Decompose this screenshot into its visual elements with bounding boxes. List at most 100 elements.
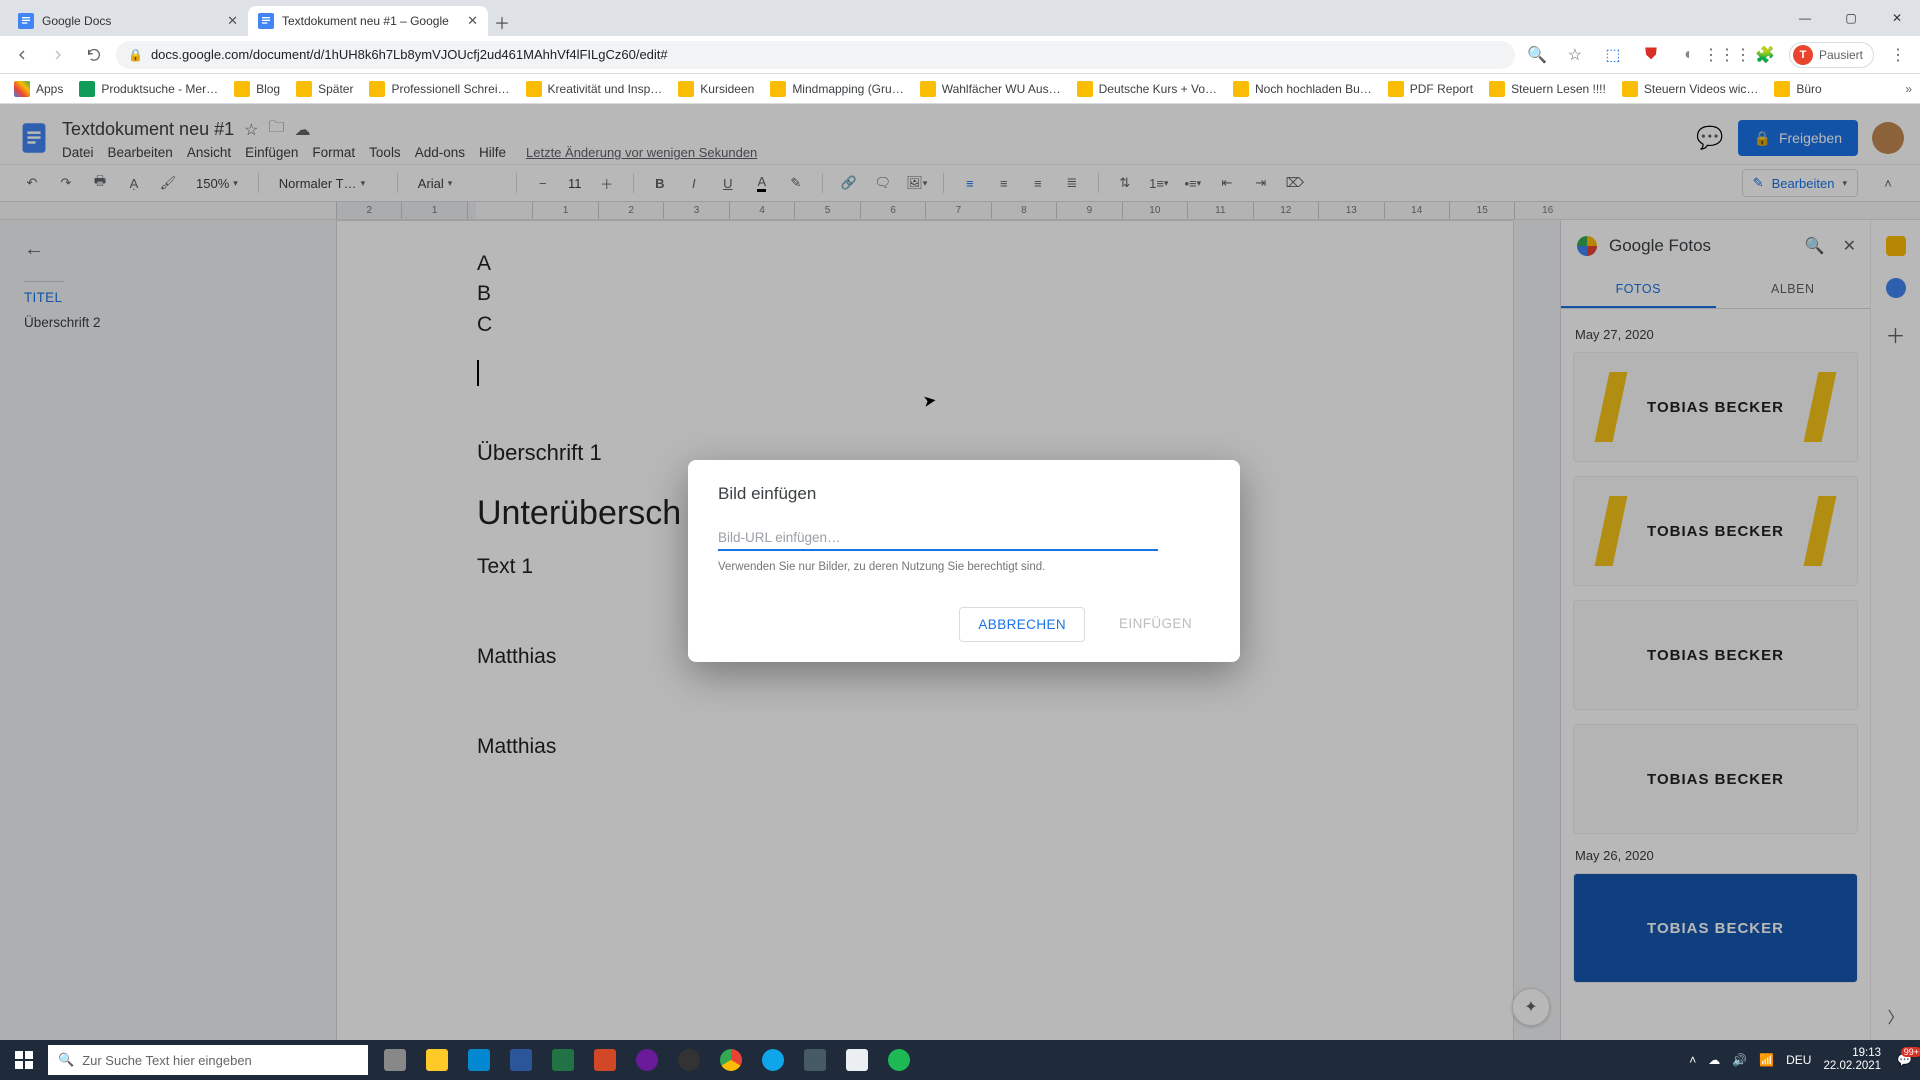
insert-comment-button[interactable]: 🗨 (871, 171, 895, 195)
window-minimize-button[interactable]: — (1782, 0, 1828, 36)
underline-button[interactable]: U (716, 171, 740, 195)
nav-forward-button[interactable] (44, 41, 72, 69)
align-center-button[interactable]: ≡ (992, 171, 1016, 195)
outline-close-button[interactable]: ← (24, 238, 44, 261)
word-button[interactable] (500, 1040, 542, 1080)
paragraph-style-select[interactable]: Normaler T…▾ (273, 176, 383, 191)
close-panel-button[interactable]: ✕ (1843, 236, 1856, 256)
nav-back-button[interactable] (8, 41, 36, 69)
italic-button[interactable]: I (682, 171, 706, 195)
new-tab-button[interactable]: ＋ (488, 8, 516, 36)
close-tab-icon[interactable]: ✕ (227, 13, 238, 29)
bookmark-item[interactable]: Professionell Schrei… (363, 77, 515, 101)
insert-image-button[interactable]: 🖼▾ (905, 171, 929, 195)
print-button[interactable]: 🖶 (88, 171, 112, 195)
font-family-select[interactable]: Arial▾ (412, 176, 502, 191)
spotify-button[interactable] (878, 1040, 920, 1080)
menu-ansicht[interactable]: Ansicht (187, 145, 231, 160)
window-maximize-button[interactable]: ▢ (1828, 0, 1874, 36)
clear-formatting-button[interactable]: ⌦ (1283, 171, 1307, 195)
menu-einfuegen[interactable]: Einfügen (245, 145, 298, 160)
move-folder-icon[interactable]: 🗀 (268, 116, 284, 143)
photos-tab-fotos[interactable]: FOTOS (1561, 272, 1716, 308)
side-rail-collapse-icon[interactable]: 〉 (1887, 1004, 1903, 1028)
extension-icon[interactable]: ⬚ (1599, 41, 1627, 69)
bulleted-list-button[interactable]: •≡▾ (1181, 171, 1205, 195)
last-edit-link[interactable]: Letzte Änderung vor wenigen Sekunden (526, 145, 757, 160)
start-button[interactable] (0, 1040, 48, 1080)
insert-link-button[interactable]: 🔗 (837, 171, 861, 195)
bookmark-item[interactable]: Blog (228, 77, 286, 101)
bookmark-item[interactable]: Wahlfächer WU Aus… (914, 77, 1067, 101)
photo-thumbnail[interactable]: TOBIAS BECKER (1573, 352, 1858, 462)
edge-button[interactable] (752, 1040, 794, 1080)
text-color-button[interactable]: A (750, 171, 774, 195)
editing-mode-select[interactable]: ✎ Bearbeiten ▾ (1742, 169, 1858, 197)
bookmark-item[interactable]: Mindmapping (Gru… (764, 77, 909, 101)
undo-button[interactable]: ↶ (20, 171, 44, 195)
outline-title-item[interactable]: TITEL (24, 290, 296, 305)
bookmark-apps[interactable]: Apps (8, 77, 69, 101)
taskbar-clock[interactable]: 19:13 22.02.2021 (1823, 1047, 1885, 1073)
star-icon[interactable]: ☆ (244, 120, 258, 140)
bookmark-star-icon[interactable]: ☆ (1561, 41, 1589, 69)
text-line[interactable]: Matthias (477, 735, 1373, 759)
search-icon[interactable]: 🔍 (1805, 236, 1825, 256)
extension-icon[interactable]: ◐ (1675, 41, 1703, 69)
docs-logo-icon[interactable] (16, 120, 52, 156)
text-line[interactable]: C (477, 310, 1373, 340)
taskbar-app[interactable] (458, 1040, 500, 1080)
menu-bearbeiten[interactable]: Bearbeiten (108, 145, 173, 160)
chrome-button[interactable] (710, 1040, 752, 1080)
tray-chevron-up-icon[interactable]: ˄ (1689, 1053, 1696, 1067)
powerpoint-button[interactable] (584, 1040, 626, 1080)
apps-grid-icon[interactable]: ⋮⋮⋮ (1713, 41, 1741, 69)
address-input[interactable]: 🔒 docs.google.com/document/d/1hUH8k6h7Lb… (116, 41, 1515, 69)
insert-button[interactable]: EINFÜGEN (1101, 607, 1210, 642)
font-size-decrease[interactable]: − (531, 171, 555, 195)
indent-decrease-button[interactable]: ⇤ (1215, 171, 1239, 195)
align-left-button[interactable]: ≡ (958, 171, 982, 195)
browser-tab-inactive[interactable]: Google Docs ✕ (8, 6, 248, 36)
keep-icon[interactable] (1886, 236, 1906, 256)
redo-button[interactable]: ↷ (54, 171, 78, 195)
bookmark-item[interactable]: Produktsuche - Mer… (73, 77, 224, 101)
action-center-button[interactable]: 💬 99+ (1897, 1053, 1912, 1067)
profile-paused-pill[interactable]: T Pausiert (1789, 42, 1874, 68)
taskbar-search-input[interactable]: 🔍 Zur Suche Text hier eingeben (48, 1045, 368, 1075)
zoom-icon[interactable]: 🔍 (1523, 41, 1551, 69)
account-avatar[interactable] (1872, 122, 1904, 154)
line-spacing-button[interactable]: ⇅ (1113, 171, 1137, 195)
tasks-icon[interactable] (1886, 278, 1906, 298)
text-line[interactable]: A (477, 249, 1373, 279)
numbered-list-button[interactable]: 1≡▾ (1147, 171, 1171, 195)
photo-thumbnail[interactable]: TOBIAS BECKER (1573, 600, 1858, 710)
zoom-select[interactable]: 150%▾ (190, 176, 244, 191)
bookmark-item[interactable]: Noch hochladen Bu… (1227, 77, 1378, 101)
obs-button[interactable] (668, 1040, 710, 1080)
menu-addons[interactable]: Add-ons (415, 145, 465, 160)
cancel-button[interactable]: ABBRECHEN (959, 607, 1085, 642)
close-tab-icon[interactable]: ✕ (467, 13, 478, 29)
excel-button[interactable] (542, 1040, 584, 1080)
tray-language[interactable]: DEU (1786, 1053, 1811, 1067)
bookmark-item[interactable]: Kreativität und Insp… (520, 77, 669, 101)
bookmark-item[interactable]: Büro (1768, 77, 1827, 101)
spellcheck-button[interactable]: Ạ (122, 171, 146, 195)
paint-format-button[interactable]: 🖌 (156, 171, 180, 195)
file-explorer-button[interactable] (416, 1040, 458, 1080)
task-view-button[interactable] (374, 1040, 416, 1080)
photo-thumbnail[interactable]: TOBIAS BECKER (1573, 476, 1858, 586)
align-justify-button[interactable]: ≣ (1060, 171, 1084, 195)
tray-volume-icon[interactable]: 🔊 (1732, 1053, 1747, 1067)
menu-format[interactable]: Format (312, 145, 355, 160)
taskbar-app[interactable] (794, 1040, 836, 1080)
bookmark-overflow-icon[interactable]: » (1905, 82, 1912, 96)
bookmark-item[interactable]: Steuern Lesen !!!! (1483, 77, 1612, 101)
tray-onedrive-icon[interactable]: ☁ (1708, 1053, 1720, 1067)
font-size-value[interactable]: 11 (565, 176, 585, 191)
menu-datei[interactable]: Datei (62, 145, 94, 160)
explore-fab[interactable]: ✦ (1512, 988, 1550, 1026)
outline-heading-item[interactable]: Überschrift 2 (24, 315, 296, 330)
collapse-toolbar-button[interactable]: ˄ (1876, 171, 1900, 195)
